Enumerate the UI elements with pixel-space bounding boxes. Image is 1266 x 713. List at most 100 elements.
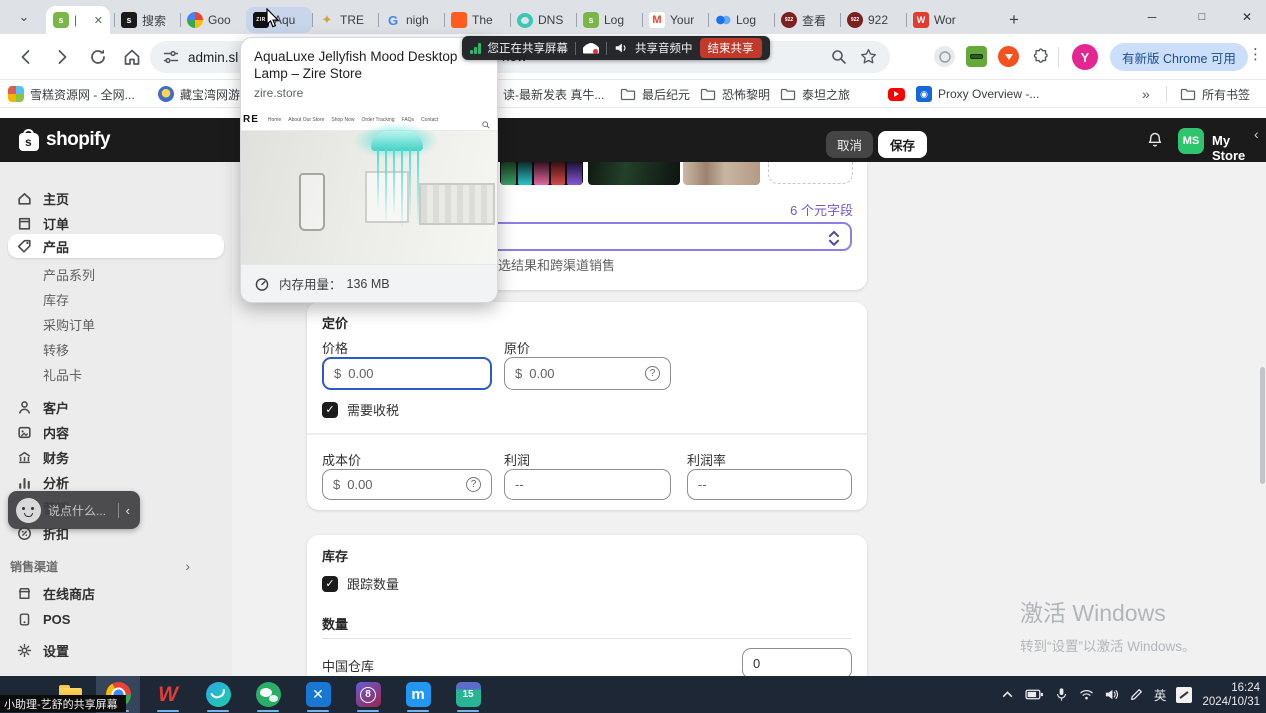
checkbox-checked-icon[interactable]: ✓ (322, 402, 338, 418)
taskbar-badge8-app[interactable]: 8 (346, 676, 390, 713)
window-maximize-button[interactable]: □ (1180, 0, 1224, 34)
window-minimize-button[interactable]: ─ (1130, 0, 1174, 34)
taskbar-badge15-app[interactable]: 15 (446, 676, 490, 713)
sidebar-item-settings[interactable]: 设置 (8, 638, 224, 662)
sidebar-item-customers[interactable]: 客户 (8, 395, 224, 419)
save-button[interactable]: 保存 (878, 131, 927, 158)
help-icon[interactable]: ? (466, 477, 481, 492)
site-settings-icon[interactable] (162, 48, 180, 66)
assistant-widget[interactable]: 说点什么... ‹ (8, 491, 140, 529)
sidebar-item-gift-cards[interactable]: 礼品卡 (8, 362, 224, 386)
tab-chakan[interactable]: 922 查看 (774, 7, 840, 33)
microphone-icon[interactable] (1054, 687, 1069, 702)
tab-wor[interactable]: W Wor (906, 7, 972, 33)
wifi-icon[interactable] (1079, 687, 1094, 702)
new-tab-button[interactable]: + (1002, 8, 1026, 32)
tab-log-2[interactable]: Log (708, 7, 774, 33)
sidebar-item-online-store[interactable]: 在线商店 (8, 581, 224, 605)
store-avatar[interactable]: MS (1178, 128, 1204, 154)
battery-icon[interactable] (1025, 687, 1044, 702)
tab-tre[interactable]: ✦ TRE (312, 7, 378, 33)
tab-close-icon[interactable]: ✕ (94, 14, 103, 27)
adguard-extension-icon[interactable] (966, 46, 987, 67)
window-close-button[interactable]: ✕ (1228, 0, 1266, 34)
tab-dns[interactable]: DNS (510, 7, 576, 33)
sidebar-item-orders[interactable]: 订单 (8, 211, 224, 235)
bookmark-youtube[interactable] (888, 84, 905, 104)
tab-the[interactable]: The (444, 7, 510, 33)
sidebar-item-content[interactable]: 内容 (8, 420, 224, 444)
taskbar-wps[interactable]: W (146, 676, 190, 713)
bookmark-folder-kongbu[interactable]: 恐怖黎明 (700, 84, 770, 104)
charge-tax-row[interactable]: ✓ 需要收税 (322, 400, 399, 419)
download-extension-icon[interactable] (998, 46, 1019, 67)
extensions-puzzle-icon[interactable] (1030, 46, 1051, 67)
compare-at-input[interactable]: $ 0.00 ? (504, 357, 671, 390)
sidebar-item-products[interactable]: 产品 (8, 234, 224, 258)
bookmarks-overflow-icon[interactable]: » (1142, 84, 1150, 104)
sidebar-item-collections[interactable]: 产品系列 (8, 262, 224, 286)
bookmark-xuegao[interactable]: 雪糕资源网 - 全网... (8, 84, 135, 104)
pen-icon[interactable] (1129, 687, 1144, 702)
bookmark-star-icon[interactable] (859, 47, 878, 66)
language-indicator[interactable]: 英 (1154, 685, 1167, 704)
profit-input[interactable]: -- (504, 469, 671, 500)
bookmark-folder-zuihou[interactable]: 最后纪元 (620, 84, 690, 104)
checkbox-checked-icon[interactable]: ✓ (322, 576, 338, 592)
taskbar-clock[interactable]: 16:24 2024/10/31 (1202, 681, 1260, 709)
metafields-link[interactable]: 6 个元字段 (790, 200, 853, 219)
bookmark-proxy[interactable]: ◉ Proxy Overview -... (916, 84, 1039, 104)
chrome-update-chip[interactable]: 有新版 Chrome 可用 (1110, 43, 1248, 71)
taskbar-x-app[interactable]: ✕ (296, 676, 340, 713)
sales-channels-header[interactable]: 销售渠道 › (10, 556, 222, 576)
sidebar-item-home[interactable]: 主页 (8, 186, 224, 210)
extension-icon[interactable] (934, 46, 955, 67)
browser-menu-icon[interactable]: ⋮ (1248, 45, 1263, 63)
sidebar-item-inventory[interactable]: 库存 (8, 287, 224, 311)
header-collapse-icon[interactable]: ‹ (1254, 126, 1259, 142)
media-thumbnail[interactable] (683, 162, 760, 185)
taskbar-wechat[interactable] (246, 676, 290, 713)
sticky-note-icon[interactable] (1176, 687, 1192, 703)
price-input[interactable]: $ 0.00 (322, 357, 492, 390)
tab-your[interactable]: M Your (642, 7, 708, 33)
help-icon[interactable]: ? (645, 366, 660, 381)
sidebar-item-purchase-orders[interactable]: 采购订单 (8, 312, 224, 336)
profile-avatar[interactable]: Y (1072, 44, 1098, 70)
taskbar-m-app[interactable]: m (396, 676, 440, 713)
tray-chevron-icon[interactable] (1000, 687, 1015, 702)
margin-input[interactable]: -- (687, 469, 852, 500)
tab-nigh[interactable]: G nigh (378, 7, 444, 33)
forward-icon[interactable] (52, 47, 72, 67)
tab-sousuo[interactable]: s 搜索 (114, 7, 180, 33)
page-scrollbar-thumb[interactable] (1260, 367, 1265, 484)
track-quantity-row[interactable]: ✓ 跟踪数量 (322, 574, 399, 593)
sidebar-item-pos[interactable]: POS (8, 607, 224, 631)
tab-log-1[interactable]: s Log (576, 7, 642, 33)
tab-goo[interactable]: Goo (180, 7, 246, 33)
bookmark-folder-taitan[interactable]: 泰坦之旅 (780, 84, 850, 104)
media-thumbnail-strip[interactable] (500, 162, 583, 185)
stop-sharing-button[interactable]: 结束共享 (700, 38, 762, 58)
sidebar-item-finance[interactable]: 财务 (8, 445, 224, 469)
chevron-right-icon[interactable]: › (185, 558, 190, 574)
cost-input[interactable]: $ 0.00 ? (322, 469, 492, 500)
assistant-input[interactable]: 说点什么... (48, 502, 106, 519)
quantity-input[interactable]: 0 (742, 648, 852, 679)
assistant-collapse-icon[interactable]: ‹ (126, 503, 132, 518)
volume-icon[interactable] (1104, 687, 1119, 702)
active-tab[interactable]: s | ✕ (46, 6, 110, 34)
add-media-dropzone[interactable] (768, 162, 853, 184)
search-icon[interactable] (830, 48, 848, 66)
media-thumbnail[interactable] (588, 162, 680, 185)
tab-922[interactable]: 922 922 (840, 7, 906, 33)
bookmark-cangbaowan[interactable]: 藏宝湾网游 (158, 84, 240, 104)
back-icon[interactable] (16, 47, 36, 67)
bookmark-du[interactable]: 读-最新发表 真牛... (503, 84, 604, 104)
sidebar-item-transfers[interactable]: 转移 (8, 337, 224, 361)
cancel-button[interactable]: 取消 (826, 131, 873, 158)
tab-search-button[interactable]: ⌄ (12, 7, 36, 27)
shopify-logo[interactable]: s shopify (18, 128, 110, 152)
taskbar-teal-app[interactable] (196, 676, 240, 713)
reload-icon[interactable] (88, 47, 108, 67)
